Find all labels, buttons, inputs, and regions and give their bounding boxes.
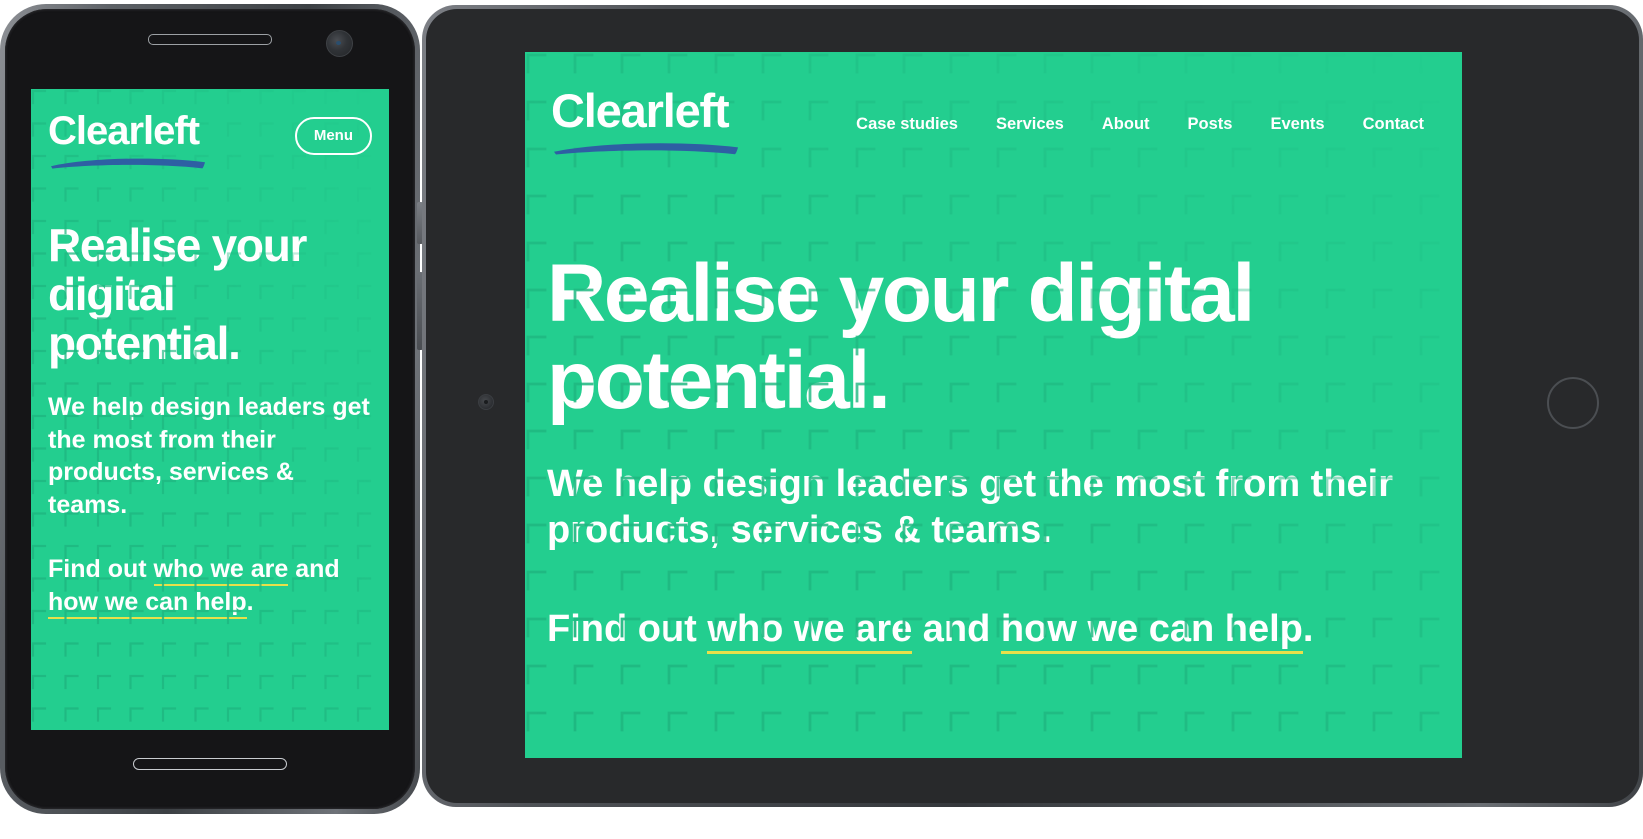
nav-link-case-studies[interactable]: Case studies xyxy=(856,115,958,133)
tablet-hero-link-paragraph: Find out who we are and how we can help. xyxy=(547,606,1440,654)
nav-list-item: Services xyxy=(996,115,1064,134)
phone-link-how-we-can-help[interactable]: how we can help xyxy=(48,587,247,619)
nav-list-item: Posts xyxy=(1188,115,1233,134)
phone-link-middle-text: and xyxy=(288,555,340,584)
phone-site-header: Clearleft Menu xyxy=(31,89,389,169)
phone-logo[interactable]: Clearleft xyxy=(48,111,208,169)
nav-list-item: About xyxy=(1102,115,1150,134)
phone-front-camera-icon xyxy=(326,30,353,57)
tablet-link-prefix-text: Find out xyxy=(547,607,708,650)
phone-device-frame: Clearleft Menu Realise your digital pote… xyxy=(0,4,423,814)
tablet-hero-body: We help design leaders get the most from… xyxy=(547,462,1394,552)
tablet-device-frame: Clearleft Case studies Services About Po… xyxy=(422,5,1643,807)
nav-list-item: Events xyxy=(1270,115,1324,134)
logo-wordmark: Clearleft xyxy=(551,84,730,137)
tablet-screen: Clearleft Case studies Services About Po… xyxy=(525,52,1462,758)
tablet-front-camera-icon xyxy=(478,394,494,410)
nav-list: Case studies Services About Posts Events… xyxy=(856,115,1424,134)
tablet-link-how-we-can-help[interactable]: how we can help xyxy=(1000,607,1303,654)
phone-link-suffix-text: . xyxy=(246,587,254,616)
tablet-logo[interactable]: Clearleft xyxy=(551,87,741,155)
nav-list-item: Case studies xyxy=(856,115,958,134)
menu-button[interactable]: Menu xyxy=(294,117,372,155)
phone-screen: Clearleft Menu Realise your digital pote… xyxy=(31,89,389,730)
nav-link-contact[interactable]: Contact xyxy=(1363,115,1424,133)
tablet-link-middle-text: and xyxy=(912,607,1001,650)
phone-hero-heading: Realise your digital potential. xyxy=(48,219,307,369)
nav-link-posts[interactable]: Posts xyxy=(1188,115,1233,133)
tablet-home-button[interactable] xyxy=(1547,377,1599,429)
phone-home-indicator xyxy=(133,758,287,770)
phone-hero: Realise your digital potential. We help … xyxy=(31,219,389,619)
logo-brush-underline-icon xyxy=(551,137,741,155)
tablet-link-suffix-text: . xyxy=(1302,607,1314,650)
logo-brush-underline-icon xyxy=(48,153,208,169)
tablet-link-who-we-are[interactable]: who we are xyxy=(707,607,913,654)
phone-page: Clearleft Menu Realise your digital pote… xyxy=(31,89,389,730)
tablet-page: Clearleft Case studies Services About Po… xyxy=(525,52,1462,758)
tablet-primary-nav: Case studies Services About Posts Events… xyxy=(856,109,1424,134)
tablet-hero-heading: Realise your digital potential. xyxy=(547,248,1255,426)
phone-link-prefix-text: Find out xyxy=(48,555,154,584)
phone-earpiece-speaker xyxy=(148,34,272,45)
tablet-site-header: Clearleft Case studies Services About Po… xyxy=(525,52,1462,155)
phone-link-who-we-are[interactable]: who we are xyxy=(153,555,289,587)
nav-link-events[interactable]: Events xyxy=(1270,115,1324,133)
phone-hero-link-paragraph: Find out who we are and how we can help. xyxy=(48,553,372,619)
logo-wordmark: Clearleft xyxy=(48,109,200,153)
phone-hero-body: We help design leaders get the most from… xyxy=(48,393,370,519)
nav-link-about[interactable]: About xyxy=(1102,115,1150,133)
nav-link-services[interactable]: Services xyxy=(996,115,1064,133)
nav-list-item: Contact xyxy=(1363,115,1424,134)
device-mockup-stage: Clearleft Menu Realise your digital pote… xyxy=(0,0,1643,839)
tablet-hero: Realise your digital potential. We help … xyxy=(525,248,1462,654)
